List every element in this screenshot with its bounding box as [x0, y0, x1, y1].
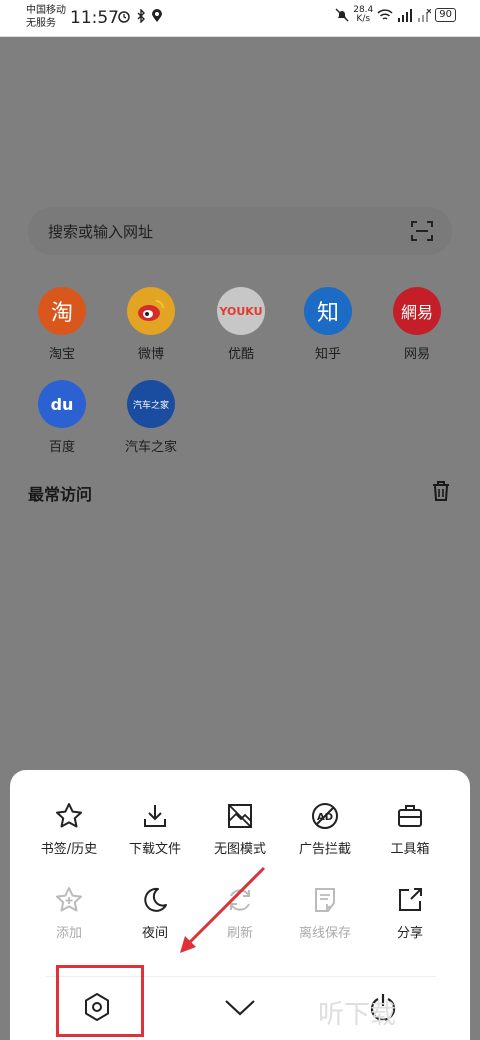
baidu-icon: du — [38, 380, 86, 428]
youku-icon: YOUKU — [217, 287, 265, 335]
weibo-icon — [127, 287, 175, 335]
site-baidu[interactable]: du 百度 — [22, 380, 102, 455]
signal-no-service-icon — [418, 8, 432, 22]
autohome-icon: 汽车之家 — [127, 380, 175, 428]
ad-block-icon: AD — [312, 803, 338, 829]
watermark: 听下载 — [318, 994, 396, 1031]
menu-offline-save[interactable]: 离线保存 — [279, 886, 371, 941]
add-star-icon — [56, 887, 82, 912]
highlight-box — [56, 965, 144, 1037]
status-time: 11:57 — [70, 8, 119, 28]
status-bar: 中国移动 无服务 11:57 28.4 K/s 90 — [0, 0, 480, 37]
netease-icon: 網易 — [393, 287, 441, 335]
toolbox-icon — [398, 805, 422, 827]
menu-share[interactable]: 分享 — [364, 886, 456, 941]
menu-no-image-mode[interactable]: 无图模式 — [194, 802, 286, 857]
location-icon — [152, 9, 162, 22]
site-weibo[interactable]: 微博 — [111, 287, 191, 362]
menu-label: 无图模式 — [213, 842, 266, 857]
battery-indicator: 90 — [435, 8, 456, 22]
menu-downloads[interactable]: 下载文件 — [109, 802, 201, 857]
search-input[interactable] — [46, 217, 380, 247]
search-bar[interactable] — [28, 207, 452, 255]
carrier-name: 中国移动 — [26, 5, 66, 16]
menu-toolbox[interactable]: 工具箱 — [364, 802, 456, 857]
trash-icon[interactable] — [430, 480, 452, 502]
site-youku[interactable]: YOUKU 优酷 — [201, 287, 281, 362]
menu-label: 添加 — [55, 926, 82, 941]
menu-bookmarks-history[interactable]: 书签/历史 — [23, 802, 115, 857]
wifi-icon — [377, 8, 393, 20]
site-label: 微博 — [137, 347, 164, 362]
site-label: 优酷 — [227, 347, 254, 362]
offline-save-icon — [315, 888, 335, 912]
share-icon — [399, 888, 422, 911]
status-right-icons: 28.4 K/s 90 — [335, 6, 456, 24]
collapse-menu-button[interactable] — [200, 982, 280, 1032]
net-speed-unit: K/s — [356, 14, 371, 24]
menu-label: 工具箱 — [390, 842, 430, 857]
star-icon — [56, 803, 82, 828]
frequent-title: 最常访问 — [28, 485, 93, 504]
taobao-icon: 淘 — [38, 287, 86, 335]
site-label: 淘宝 — [48, 347, 75, 362]
status-left-icons — [117, 9, 163, 23]
site-autohome[interactable]: 汽车之家 汽车之家 — [111, 380, 191, 455]
menu-label: 刷新 — [226, 926, 253, 941]
no-image-icon — [228, 804, 252, 828]
site-label: 百度 — [48, 440, 75, 455]
menu-refresh[interactable]: 刷新 — [194, 886, 286, 941]
site-zhihu[interactable]: 知 知乎 — [288, 287, 368, 362]
refresh-icon — [230, 889, 250, 911]
mute-icon — [335, 8, 349, 22]
chevron-down-icon — [225, 1000, 255, 1016]
menu-label: 广告拦截 — [298, 842, 351, 857]
net-speed: 28.4 K/s — [353, 6, 373, 24]
menu-label: 离线保存 — [298, 926, 351, 941]
menu-label: 书签/历史 — [40, 842, 98, 857]
scan-icon[interactable] — [410, 219, 434, 243]
service-status: 无服务 — [26, 18, 56, 29]
download-icon — [144, 805, 166, 827]
site-label: 汽车之家 — [124, 440, 177, 455]
menu-ad-block[interactable]: AD 广告拦截 — [279, 802, 371, 857]
menu-label: 分享 — [396, 926, 423, 941]
menu-add[interactable]: 添加 — [23, 886, 115, 941]
alarm-icon — [118, 11, 130, 23]
menu-night-mode[interactable]: 夜间 — [109, 886, 201, 941]
moon-icon — [144, 887, 167, 912]
carrier-info: 中国移动 无服务 — [26, 4, 66, 30]
signal-icon — [398, 8, 413, 22]
site-label: 知乎 — [314, 347, 341, 362]
site-label: 网易 — [403, 347, 430, 362]
bluetooth-icon — [137, 9, 145, 23]
zhihu-icon: 知 — [304, 287, 352, 335]
watermark-text: 听下载 — [318, 1000, 397, 1030]
menu-label: 下载文件 — [128, 842, 181, 857]
site-taobao[interactable]: 淘 淘宝 — [22, 287, 102, 362]
site-netease[interactable]: 網易 网易 — [377, 287, 457, 362]
menu-label: 夜间 — [141, 926, 168, 941]
